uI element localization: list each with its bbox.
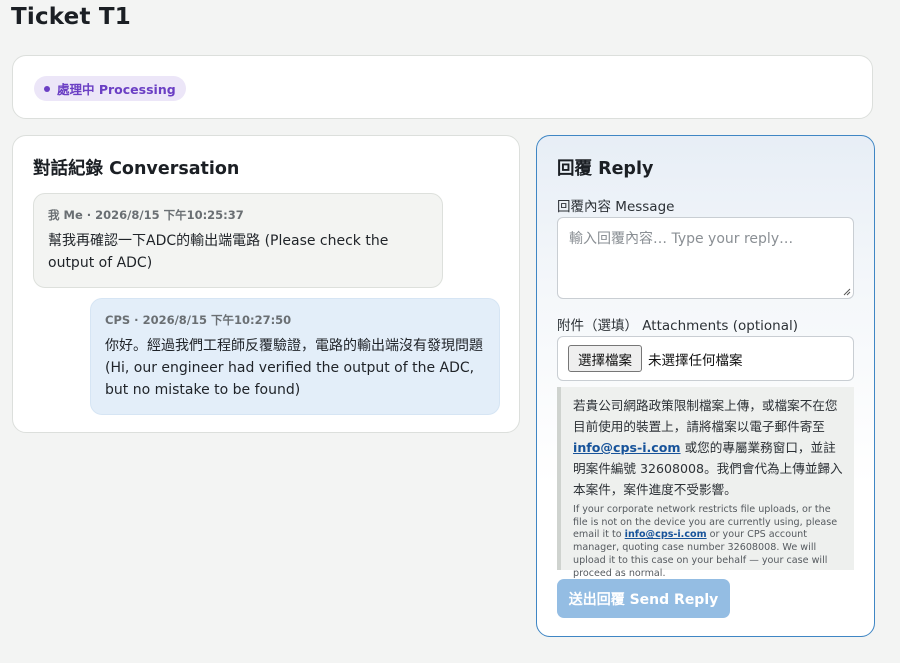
conversation-panel: 對話紀錄 Conversation 我 Me · 2026/8/15 下午10:…: [12, 135, 520, 433]
file-status: 未選擇任何檔案: [648, 352, 743, 369]
conversation-title: 對話紀錄 Conversation: [33, 159, 240, 179]
message-sender: 我 Me: [48, 208, 83, 222]
status-badge: 處理中 Processing: [34, 76, 186, 101]
message-meta: 我 Me · 2026/8/15 下午10:25:37: [48, 207, 428, 223]
status-card: 處理中 Processing: [12, 55, 873, 119]
status-dot-icon: [44, 85, 50, 92]
resize-handle-icon[interactable]: [843, 288, 851, 296]
notice-zh-text: 若貴公司網路政策限制檔案上傳，或檔案不在您目前使用的裝置上，請將檔案以電子郵件寄…: [573, 398, 838, 434]
file-input[interactable]: 選擇檔案 未選擇任何檔案: [557, 336, 854, 381]
message-timestamp: 2026/8/15 下午10:27:50: [142, 313, 292, 327]
email-link[interactable]: info@cps-i.com: [573, 440, 681, 455]
meta-separator: ·: [86, 208, 92, 222]
upload-notice: 若貴公司網路政策限制檔案上傳，或檔案不在您目前使用的裝置上，請將檔案以電子郵件寄…: [557, 387, 854, 579]
email-link[interactable]: info@cps-i.com: [625, 529, 707, 540]
meta-separator: ·: [134, 313, 139, 327]
reply-panel: 回覆 Reply 回覆內容 Message 附件（選填） Attachments…: [536, 135, 875, 637]
status-label: 處理中 Processing: [57, 82, 176, 97]
choose-file-button[interactable]: 選擇檔案: [568, 345, 642, 372]
reply-title: 回覆 Reply: [557, 159, 654, 179]
message-bubble-cps: CPS · 2026/8/15 下午10:27:50 你好。經過我們工程師反覆驗…: [90, 298, 500, 415]
message-sender: CPS: [105, 313, 131, 327]
notice-zh: 若貴公司網路政策限制檔案上傳，或檔案不在您目前使用的裝置上，請將檔案以電子郵件寄…: [573, 395, 844, 500]
message-label: 回覆內容 Message: [557, 199, 675, 215]
message-bubble-me: 我 Me · 2026/8/15 下午10:25:37 幫我再確認一下ADC的輸…: [33, 193, 443, 288]
send-reply-button[interactable]: 送出回覆 Send Reply: [557, 579, 730, 618]
message-timestamp: 2026/8/15 下午10:25:37: [95, 208, 244, 222]
message-text: 你好。經過我們工程師反覆驗證，電路的輸出端沒有發現問題 (Hi, our eng…: [105, 338, 483, 398]
message-input[interactable]: [557, 217, 854, 299]
attachments-label: 附件（選填） Attachments (optional): [557, 318, 799, 334]
page-title: Ticket T1: [11, 4, 131, 30]
message-meta: CPS · 2026/8/15 下午10:27:50: [105, 312, 485, 328]
notice-en: If your corporate network restricts file…: [573, 504, 844, 580]
message-text: 幫我再確認一下ADC的輸出端電路 (Please check the outpu…: [48, 233, 389, 271]
